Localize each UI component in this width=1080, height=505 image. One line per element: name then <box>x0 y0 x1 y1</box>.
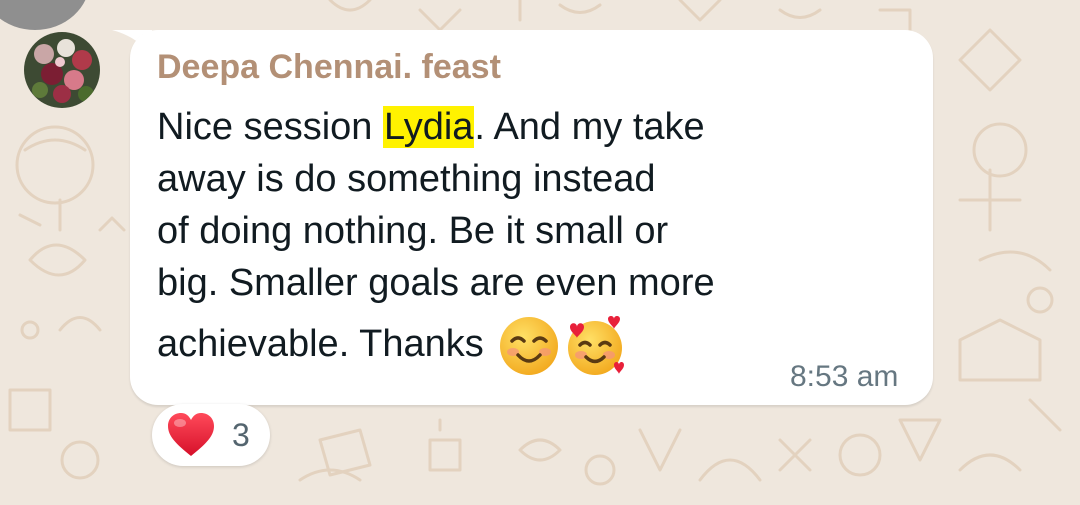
smiling-face-icon <box>498 315 560 377</box>
message-line: achievable. Thanks <box>157 309 837 379</box>
message-text-segment: achievable. Thanks <box>157 323 495 365</box>
message-text-segment: Nice session <box>157 106 383 148</box>
message-line: of doing nothing. Be it small or <box>157 210 669 252</box>
message-timestamp: 8:53 am <box>790 360 899 393</box>
message-text-segment: . And my take <box>474 106 705 148</box>
heart-icon <box>168 413 214 456</box>
mention-lydia[interactable]: Lydia <box>382 106 475 148</box>
reaction-button[interactable]: 3 <box>152 404 270 466</box>
avatar[interactable] <box>24 32 100 108</box>
message-line: away is do something instead <box>157 158 656 200</box>
smiling-face-with-hearts-icon <box>564 315 626 377</box>
sender-name[interactable]: Deepa Chennai. feast <box>157 48 501 87</box>
message-line: big. Smaller goals are even more <box>157 262 715 304</box>
message-line: Nice session Lydia. And my take <box>157 101 837 153</box>
message-text: Nice session Lydia. And my take away is … <box>157 101 837 379</box>
reaction-count: 3 <box>232 417 250 453</box>
